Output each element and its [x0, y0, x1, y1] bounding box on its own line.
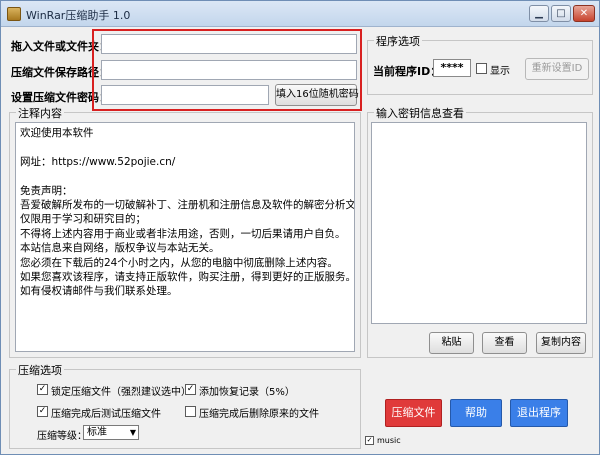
- program-options-title: 程序选项: [374, 33, 422, 49]
- compression-level-select[interactable]: 标准 ▼: [83, 425, 139, 440]
- paste-button[interactable]: 粘贴: [429, 332, 474, 354]
- notes-title: 注释内容: [16, 105, 64, 121]
- current-id-field[interactable]: ****: [433, 59, 471, 77]
- delete-source-label: 压缩完成后删除原来的文件: [199, 409, 319, 420]
- notes-blank-line: [16, 140, 354, 154]
- recovery-record-checkbox[interactable]: ✓: [185, 384, 196, 395]
- maximize-icon[interactable]: □: [551, 5, 571, 22]
- notes-line: 吾爱破解所发布的一切破解补丁、注册机和注册信息及软件的解密分析文章: [20, 199, 355, 211]
- notes-line: 仅限用于学习和研究目的；: [20, 213, 146, 226]
- reset-id-button[interactable]: 重新设置ID: [525, 58, 589, 80]
- minimize-icon[interactable]: ▁: [529, 5, 549, 22]
- lock-archive-checkbox[interactable]: ✓: [37, 384, 48, 395]
- title-bar[interactable]: WinRar压缩助手 1.0 ▁ □ ✕: [1, 1, 599, 27]
- show-id-checkbox[interactable]: [476, 63, 487, 74]
- close-icon[interactable]: ✕: [573, 5, 595, 22]
- notes-line: 您必须在下载后的24个小时之内，从您的电脑中彻底删除上述内容。: [20, 256, 338, 269]
- password-info-title: 输入密钥信息查看: [374, 105, 466, 121]
- random-password-button[interactable]: 填入16位随机密码: [275, 84, 359, 106]
- recovery-record-label: 添加恢复记录（5%）: [199, 387, 295, 398]
- compress-options-title: 压缩选项: [16, 362, 64, 378]
- notes-line: 欢迎使用本软件: [20, 127, 94, 139]
- compression-level-value: 标准: [87, 427, 107, 438]
- app-icon: [7, 7, 21, 21]
- notes-line: 免责声明：: [20, 184, 73, 197]
- main-window: WinRar压缩助手 1.0 ▁ □ ✕ 拖入文件或文件夹： 压缩文件保存路径：…: [0, 0, 600, 455]
- window-title: WinRar压缩助手 1.0: [26, 9, 131, 22]
- copy-content-button[interactable]: 复制内容: [536, 332, 586, 354]
- compression-level-label: 压缩等级：: [37, 431, 87, 442]
- help-button[interactable]: 帮助: [450, 399, 502, 427]
- compress-button[interactable]: 压缩文件: [385, 399, 442, 427]
- password-input[interactable]: [101, 85, 269, 105]
- notes-line: 如果您喜欢该程序，请支持正版软件，购买注册，得到更好的正版服务。: [20, 271, 355, 284]
- show-id-label: 显示: [490, 66, 510, 77]
- lock-archive-label: 锁定压缩文件（强烈建议选中）: [51, 387, 191, 398]
- test-archive-checkbox[interactable]: ✓: [37, 406, 48, 417]
- delete-source-checkbox[interactable]: [185, 406, 196, 417]
- notes-line: 不得将上述内容用于商业或者非法用途，否则，一切后果请用户自负。: [20, 227, 346, 240]
- notes-line: 网址：https://www.52pojie.cn/: [20, 155, 176, 168]
- password-info-textarea[interactable]: [371, 122, 587, 324]
- drag-files-label: 拖入文件或文件夹：: [11, 40, 110, 53]
- test-archive-label: 压缩完成后测试压缩文件: [51, 409, 161, 420]
- view-button[interactable]: 查看: [482, 332, 527, 354]
- save-path-label: 压缩文件保存路径：: [11, 66, 110, 79]
- chevron-down-icon: ▼: [129, 428, 136, 437]
- current-id-label: 当前程序ID：: [373, 65, 442, 78]
- password-label: 设置压缩文件密码：: [11, 91, 110, 104]
- music-checkbox[interactable]: ✓: [365, 436, 374, 445]
- notes-line: 本站信息来自网络，版权争议与本站无关。: [20, 242, 220, 255]
- notes-line: 如有侵权请邮件与我们联系处理。: [20, 285, 178, 298]
- save-path-input[interactable]: [101, 60, 357, 80]
- exit-button[interactable]: 退出程序: [510, 399, 568, 427]
- drag-files-input[interactable]: [101, 34, 357, 54]
- notes-blank-line: [16, 169, 354, 183]
- notes-textarea[interactable]: 欢迎使用本软件 网址：https://www.52pojie.cn/ 免责声明：…: [15, 122, 355, 352]
- music-label: music: [377, 436, 401, 445]
